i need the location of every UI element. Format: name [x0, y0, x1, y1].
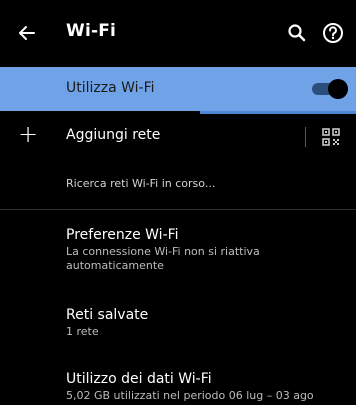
- page-title: Wi-Fi: [66, 21, 117, 41]
- saved-networks-summary: 1 rete: [66, 325, 99, 338]
- scanning-status-text: Ricerca reti Wi-Fi in corso...: [66, 177, 216, 190]
- wifi-preferences-item[interactable]: Preferenze Wi-Fi La connessione Wi-Fi no…: [66, 226, 346, 273]
- wifi-data-usage-item[interactable]: Utilizzo dei dati Wi-Fi 5,02 GB utilizza…: [66, 370, 346, 403]
- add-network-row[interactable]: + Aggiungi rete: [0, 114, 356, 158]
- vertical-divider: [305, 127, 306, 147]
- app-bar: Wi-Fi: [0, 0, 356, 67]
- plus-icon: +: [18, 120, 39, 148]
- search-icon[interactable]: [284, 20, 310, 46]
- use-wifi-switch[interactable]: [310, 79, 350, 99]
- qr-scan-icon[interactable]: [319, 125, 343, 149]
- use-wifi-row[interactable]: Utilizza Wi-Fi: [0, 67, 356, 111]
- wifi-preferences-title: Preferenze Wi-Fi: [66, 227, 179, 243]
- add-network-label: Aggiungi rete: [66, 127, 161, 143]
- switch-thumb: [328, 79, 348, 99]
- saved-networks-item[interactable]: Reti salvate 1 rete: [66, 306, 346, 339]
- section-divider: [0, 209, 356, 210]
- use-wifi-label: Utilizza Wi-Fi: [66, 80, 155, 96]
- back-arrow-icon[interactable]: [14, 20, 40, 46]
- saved-networks-title: Reti salvate: [66, 307, 149, 323]
- wifi-preferences-summary: La connessione Wi-Fi non si riattiva aut…: [66, 245, 260, 272]
- wifi-data-usage-summary: 5,02 GB utilizzati nel periodo 06 lug – …: [66, 389, 314, 402]
- wifi-data-usage-title: Utilizzo dei dati Wi-Fi: [66, 371, 212, 387]
- help-icon[interactable]: [320, 20, 346, 46]
